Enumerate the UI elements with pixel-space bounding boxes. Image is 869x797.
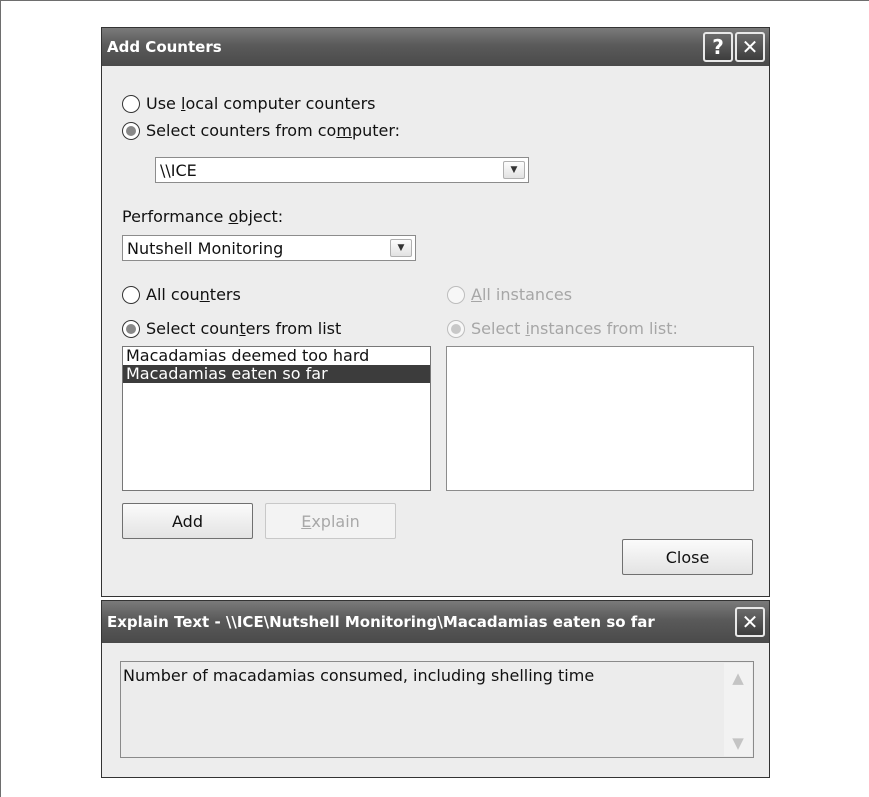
- explain-text-window: Explain Text - \\ICE\Nutshell Monitoring…: [101, 600, 770, 778]
- triangle-down-icon[interactable]: ▼: [728, 734, 748, 752]
- explain-title: Explain Text - \\ICE\Nutshell Monitoring…: [107, 613, 655, 631]
- triangle-up-icon[interactable]: ▲: [728, 669, 748, 687]
- help-icon: ?: [712, 35, 724, 59]
- explain-button: Explain: [265, 503, 396, 539]
- explain-titlebar[interactable]: Explain Text - \\ICE\Nutshell Monitoring…: [102, 601, 769, 643]
- close-x-button[interactable]: ✕: [735, 32, 765, 62]
- performance-object-label: Performance object:: [122, 207, 284, 226]
- select-instances-radio: [447, 320, 465, 338]
- explain-text: Number of macadamias consumed, including…: [123, 666, 595, 685]
- use-local-radio[interactable]: [122, 95, 140, 113]
- list-item[interactable]: Macadamias eaten so far: [123, 365, 430, 383]
- explain-text-area[interactable]: Number of macadamias consumed, including…: [120, 661, 754, 758]
- dialog-title: Add Counters: [107, 38, 222, 56]
- add-button[interactable]: Add: [122, 503, 253, 539]
- list-item[interactable]: Macadamias deemed too hard: [123, 347, 430, 365]
- performance-object-value: Nutshell Monitoring: [127, 239, 284, 258]
- use-local-label[interactable]: Use local computer counters: [146, 94, 376, 113]
- close-icon: ✕: [741, 610, 759, 634]
- help-button[interactable]: ?: [703, 32, 733, 62]
- chevron-down-icon[interactable]: ▼: [503, 161, 525, 179]
- performance-object-select[interactable]: Nutshell Monitoring ▼: [122, 235, 416, 261]
- all-counters-label[interactable]: All counters: [146, 285, 241, 304]
- select-from-computer-label[interactable]: Select counters from computer:: [146, 121, 400, 140]
- page-border-top: [0, 0, 869, 1]
- select-instances-label: Select instances from list:: [471, 319, 678, 338]
- select-counters-from-list-radio[interactable]: [122, 320, 140, 338]
- explain-scrollbar[interactable]: ▲ ▼: [724, 663, 752, 756]
- explain-close-x-button[interactable]: ✕: [735, 607, 765, 637]
- select-counters-from-list-label[interactable]: Select counters from list: [146, 319, 341, 338]
- computer-value: \\ICE: [160, 161, 197, 180]
- select-from-computer-radio[interactable]: [122, 122, 140, 140]
- chevron-down-icon[interactable]: ▼: [390, 239, 412, 257]
- add-counters-titlebar[interactable]: Add Counters ? ✕: [102, 28, 769, 66]
- all-instances-radio: [447, 286, 465, 304]
- add-counters-dialog: Add Counters ? ✕ Use local computer coun…: [101, 27, 770, 597]
- counters-list[interactable]: Macadamias deemed too hard Macadamias ea…: [122, 346, 431, 491]
- page-border-left: [0, 0, 1, 797]
- close-icon: ✕: [741, 35, 759, 59]
- all-instances-label: All instances: [471, 285, 573, 304]
- instances-list: [446, 346, 754, 491]
- all-counters-radio[interactable]: [122, 286, 140, 304]
- computer-select[interactable]: \\ICE ▼: [155, 157, 529, 183]
- close-button[interactable]: Close: [622, 539, 753, 575]
